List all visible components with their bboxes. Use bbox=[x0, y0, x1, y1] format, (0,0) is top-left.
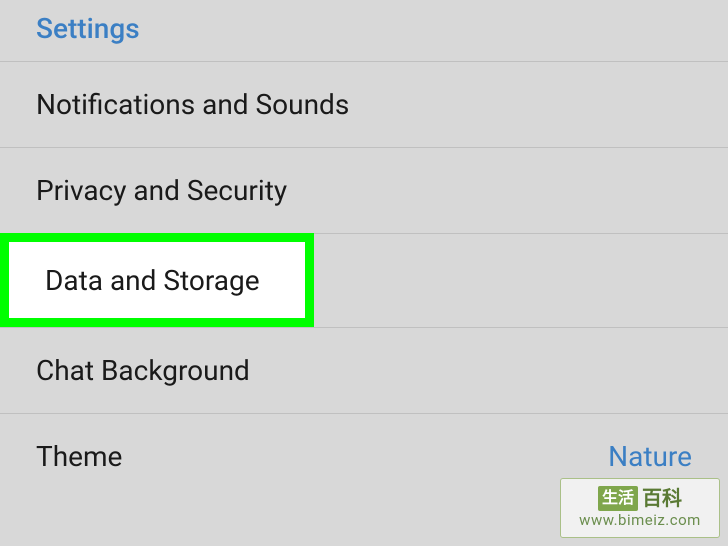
watermark-cn-box: 生活 bbox=[598, 486, 638, 511]
menu-item-data-storage[interactable]: Data and Storage bbox=[0, 233, 314, 327]
watermark: 生活 百科 www.bimeiz.com bbox=[560, 478, 720, 538]
menu-item-label: Notifications and Sounds bbox=[36, 88, 349, 121]
menu-item-label: Chat Background bbox=[36, 354, 250, 387]
watermark-cn-text: 百科 bbox=[642, 485, 682, 511]
menu-item-label: Data and Storage bbox=[45, 264, 260, 297]
menu-item-data-storage-wrapper: Data and Storage bbox=[0, 233, 728, 327]
menu-item-label: Privacy and Security bbox=[36, 174, 287, 207]
menu-item-notifications[interactable]: Notifications and Sounds bbox=[0, 61, 728, 147]
menu-item-label: Theme bbox=[36, 440, 122, 473]
menu-item-value: Nature bbox=[608, 440, 692, 473]
settings-section-header: Settings bbox=[0, 0, 728, 61]
menu-item-chat-background[interactable]: Chat Background bbox=[0, 327, 728, 413]
watermark-url: www.bimeiz.com bbox=[579, 511, 701, 531]
menu-item-privacy[interactable]: Privacy and Security bbox=[0, 147, 728, 233]
watermark-cn-row: 生活 百科 bbox=[598, 485, 682, 511]
